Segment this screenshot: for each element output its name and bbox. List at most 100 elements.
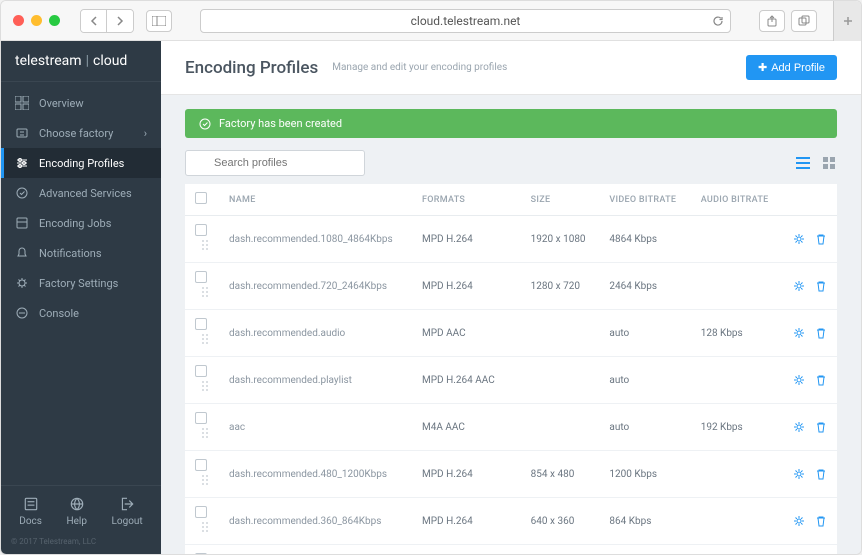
settings-button[interactable] [793,374,805,386]
row-checkbox[interactable] [195,365,207,377]
share-button[interactable] [759,10,785,32]
settings-button[interactable] [793,468,805,480]
sidebar-icon [15,276,29,290]
settings-button[interactable] [793,515,805,527]
footer-docs[interactable]: Docs [19,496,42,527]
table-row[interactable]: dash.recommended.1080_4864KbpsMPD H.2641… [185,216,837,263]
list-view-button[interactable] [795,155,811,171]
sidebar-item-console[interactable]: Console [1,298,161,328]
add-profile-label: Add Profile [771,62,825,74]
cell-size [521,310,600,357]
forward-button[interactable] [107,10,133,32]
col-video-bitrate[interactable]: VIDEO BITRATE [599,184,690,216]
cell-audio-bitrate [691,545,783,555]
grid-view-button[interactable] [821,155,837,171]
delete-button[interactable] [815,515,827,527]
table-row[interactable]: dash.recommended.720_2464KbpsMPD H.26412… [185,263,837,310]
table-row[interactable]: dash.recommended.audioMPD AACauto128 Kbp… [185,310,837,357]
drag-handle-icon[interactable] [201,474,209,486]
row-checkbox[interactable] [195,553,207,554]
cell-audio-bitrate [691,498,783,545]
settings-button[interactable] [793,233,805,245]
table-row[interactable]: dash.recommended.360_864KbpsMPD H.264640… [185,498,837,545]
footer-help[interactable]: Help [66,496,86,527]
col-audio-bitrate[interactable]: AUDIO BITRATE [691,184,783,216]
maximize-window-button[interactable] [49,15,60,26]
address-bar[interactable]: cloud.telestream.net [200,9,731,33]
row-checkbox[interactable] [195,224,207,236]
plus-icon: ✚ [758,61,767,74]
sidebar-item-encoding-jobs[interactable]: Encoding Jobs [1,208,161,238]
delete-button[interactable] [815,233,827,245]
cell-video-bitrate: auto [599,310,690,357]
cell-audio-bitrate [691,263,783,310]
sidebar-toggle-button[interactable] [146,10,172,32]
sidebar-icon [15,306,29,320]
col-formats[interactable]: FORMATS [412,184,521,216]
col-size[interactable]: SIZE [521,184,600,216]
sidebar-item-encoding-profiles[interactable]: Encoding Profiles [1,148,161,178]
sidebar-item-label: Advanced Services [39,187,132,200]
sidebar-item-choose-factory[interactable]: Choose factory› [1,118,161,148]
col-name[interactable]: NAME [219,184,412,216]
add-profile-button[interactable]: ✚ Add Profile [746,55,837,80]
delete-button[interactable] [815,280,827,292]
success-alert: Factory has been created [185,109,837,138]
cell-audio-bitrate [691,216,783,263]
sidebar-item-advanced-services[interactable]: Advanced Services [1,178,161,208]
delete-button[interactable] [815,468,827,480]
minimize-window-button[interactable] [31,15,42,26]
cell-size [521,357,600,404]
tabs-button[interactable] [791,10,817,32]
row-checkbox[interactable] [195,459,207,471]
cell-name: dash.recommended.audio [219,310,412,357]
cell-formats: MPD H.264 [412,498,521,545]
sidebar-item-factory-settings[interactable]: Factory Settings [1,268,161,298]
drag-handle-icon[interactable] [201,286,209,298]
row-checkbox[interactable] [195,506,207,518]
reload-icon[interactable] [712,15,724,27]
sidebar-item-label: Factory Settings [39,277,118,290]
select-all-checkbox[interactable] [195,192,207,204]
close-window-button[interactable] [13,15,24,26]
delete-button[interactable] [815,327,827,339]
drag-handle-icon[interactable] [201,427,209,439]
alert-message: Factory has been created [219,117,342,130]
table-row[interactable]: dash.recommended.240_464KbpsMPD H.264464… [185,545,837,555]
table-row[interactable]: dash.recommended.playlistMPD H.264 AACau… [185,357,837,404]
settings-button[interactable] [793,280,805,292]
table-row[interactable]: dash.recommended.480_1200KbpsMPD H.26485… [185,451,837,498]
settings-button[interactable] [793,421,805,433]
footer-logout[interactable]: Logout [112,496,143,527]
cell-size: 854 x 480 [521,451,600,498]
row-checkbox[interactable] [195,412,207,424]
page-subtitle: Manage and edit your encoding profiles [332,62,507,73]
chevron-right-icon: › [144,127,147,140]
search-input[interactable] [185,150,365,176]
settings-button[interactable] [793,327,805,339]
drag-handle-icon[interactable] [201,333,209,345]
row-checkbox[interactable] [195,271,207,283]
cell-video-bitrate: 464 Kbps [599,545,690,555]
drag-handle-icon[interactable] [201,239,209,251]
cell-size: 640 x 360 [521,498,600,545]
sidebar-icon [15,216,29,230]
drag-handle-icon[interactable] [201,521,209,533]
delete-button[interactable] [815,374,827,386]
row-checkbox[interactable] [195,318,207,330]
drag-handle-icon[interactable] [201,380,209,392]
sidebar-item-overview[interactable]: Overview [1,88,161,118]
cell-name: dash.recommended.playlist [219,357,412,404]
back-button[interactable] [81,10,107,32]
sidebar-item-notifications[interactable]: Notifications [1,238,161,268]
table-row[interactable]: aacM4A AACauto192 Kbps [185,404,837,451]
cell-name: aac [219,404,412,451]
footer-label: Help [66,516,86,527]
delete-button[interactable] [815,421,827,433]
sidebar-icon [15,156,29,170]
new-tab-button[interactable] [833,1,861,41]
cell-video-bitrate: 1200 Kbps [599,451,690,498]
sidebar-icon [15,96,29,110]
cell-name: dash.recommended.360_864Kbps [219,498,412,545]
cell-name: dash.recommended.720_2464Kbps [219,263,412,310]
